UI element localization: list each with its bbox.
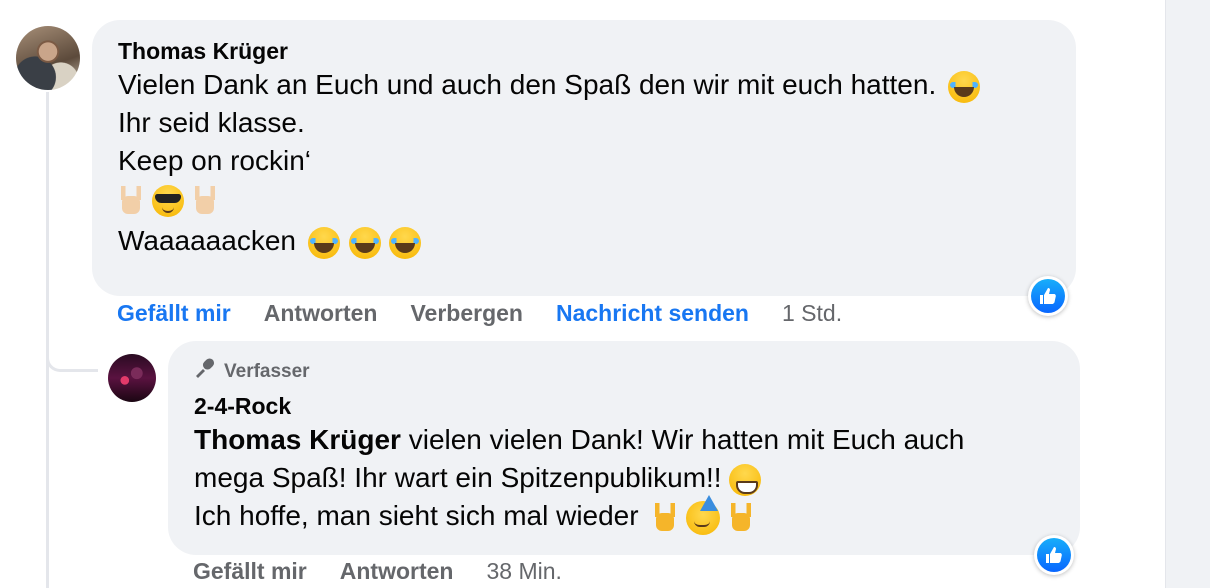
- tears-of-joy-emoji-icon: [948, 70, 981, 103]
- reply-text-2: mega Spaß! Ihr wart ein Spitzenpublikum!…: [194, 462, 722, 493]
- reply-text-1: vielen vielen Dank! Wir hatten mit Euch …: [400, 424, 965, 455]
- reply-line-2: mega Spaß! Ihr wart ein Spitzenpublikum!…: [194, 459, 1054, 497]
- comment-emoji-line: [118, 180, 1050, 222]
- like-button[interactable]: Gefällt mir: [117, 300, 231, 327]
- thumbs-up-icon: [1031, 279, 1065, 313]
- microphone-icon: [194, 357, 216, 387]
- right-side-panel: [1165, 0, 1210, 588]
- comment-author[interactable]: Thomas Krüger: [118, 36, 1050, 66]
- like-button[interactable]: Gefällt mir: [193, 558, 307, 585]
- rock-on-hand-emoji-icon: [118, 185, 144, 216]
- reply-bubble: Verfasser 2-4-Rock Thomas Krüger vielen …: [168, 341, 1080, 555]
- rock-on-hand-emoji-icon: [192, 185, 218, 216]
- mention-link[interactable]: Thomas Krüger: [194, 424, 401, 455]
- rock-on-hand-emoji-icon: [652, 502, 678, 533]
- comment-text-1: Vielen Dank an Euch und auch den Spaß de…: [118, 69, 937, 100]
- rock-on-hand-emoji-icon: [728, 502, 754, 533]
- thread-connector: [46, 330, 98, 372]
- reply-author[interactable]: 2-4-Rock: [194, 391, 1054, 421]
- avatar-2-4-rock[interactable]: [108, 354, 156, 402]
- avatar-thomas-kruger[interactable]: [16, 26, 80, 90]
- like-reaction-badge[interactable]: [1028, 276, 1068, 316]
- reply-actions: Gefällt mir Antworten 38 Min.: [193, 558, 562, 585]
- tears-of-joy-emoji-icon: [389, 226, 422, 259]
- author-badge: Verfasser: [194, 357, 1054, 387]
- reply-timestamp[interactable]: 38 Min.: [486, 558, 561, 585]
- partying-face-emoji-icon: [686, 494, 721, 535]
- comment-line-2: Ihr seid klasse.: [118, 107, 305, 138]
- reply-text-3: Ich hoffe, man sieht sich mal wieder: [194, 500, 639, 531]
- comment-line-1: Vielen Dank an Euch und auch den Spaß de…: [118, 66, 1050, 104]
- thumbs-up-icon: [1037, 538, 1071, 572]
- comment-bubble: Thomas Krüger Vielen Dank an Euch und au…: [92, 20, 1076, 296]
- grinning-face-emoji-icon: [729, 463, 762, 496]
- sunglasses-face-emoji-icon: [151, 184, 184, 217]
- comment-line-3: Keep on rockin‘: [118, 145, 312, 176]
- tears-of-joy-emoji-icon: [307, 226, 340, 259]
- send-message-button[interactable]: Nachricht senden: [556, 300, 749, 327]
- like-reaction-badge[interactable]: [1034, 535, 1074, 575]
- author-badge-label: Verfasser: [224, 361, 310, 382]
- comment-timestamp[interactable]: 1 Std.: [782, 300, 842, 327]
- reply-line-1: Thomas Krüger vielen vielen Dank! Wir ha…: [194, 421, 1054, 459]
- tears-of-joy-emoji-icon: [348, 226, 381, 259]
- reply-line-3: Ich hoffe, man sieht sich mal wieder: [194, 494, 1054, 535]
- reply-button[interactable]: Antworten: [340, 558, 454, 585]
- hide-button[interactable]: Verbergen: [410, 300, 523, 327]
- comment-line-5: Waaaaaacken: [118, 222, 1050, 260]
- reply-button[interactable]: Antworten: [264, 300, 378, 327]
- comment-text-5: Waaaaaacken: [118, 225, 296, 256]
- comment-actions: Gefällt mir Antworten Verbergen Nachrich…: [117, 300, 842, 327]
